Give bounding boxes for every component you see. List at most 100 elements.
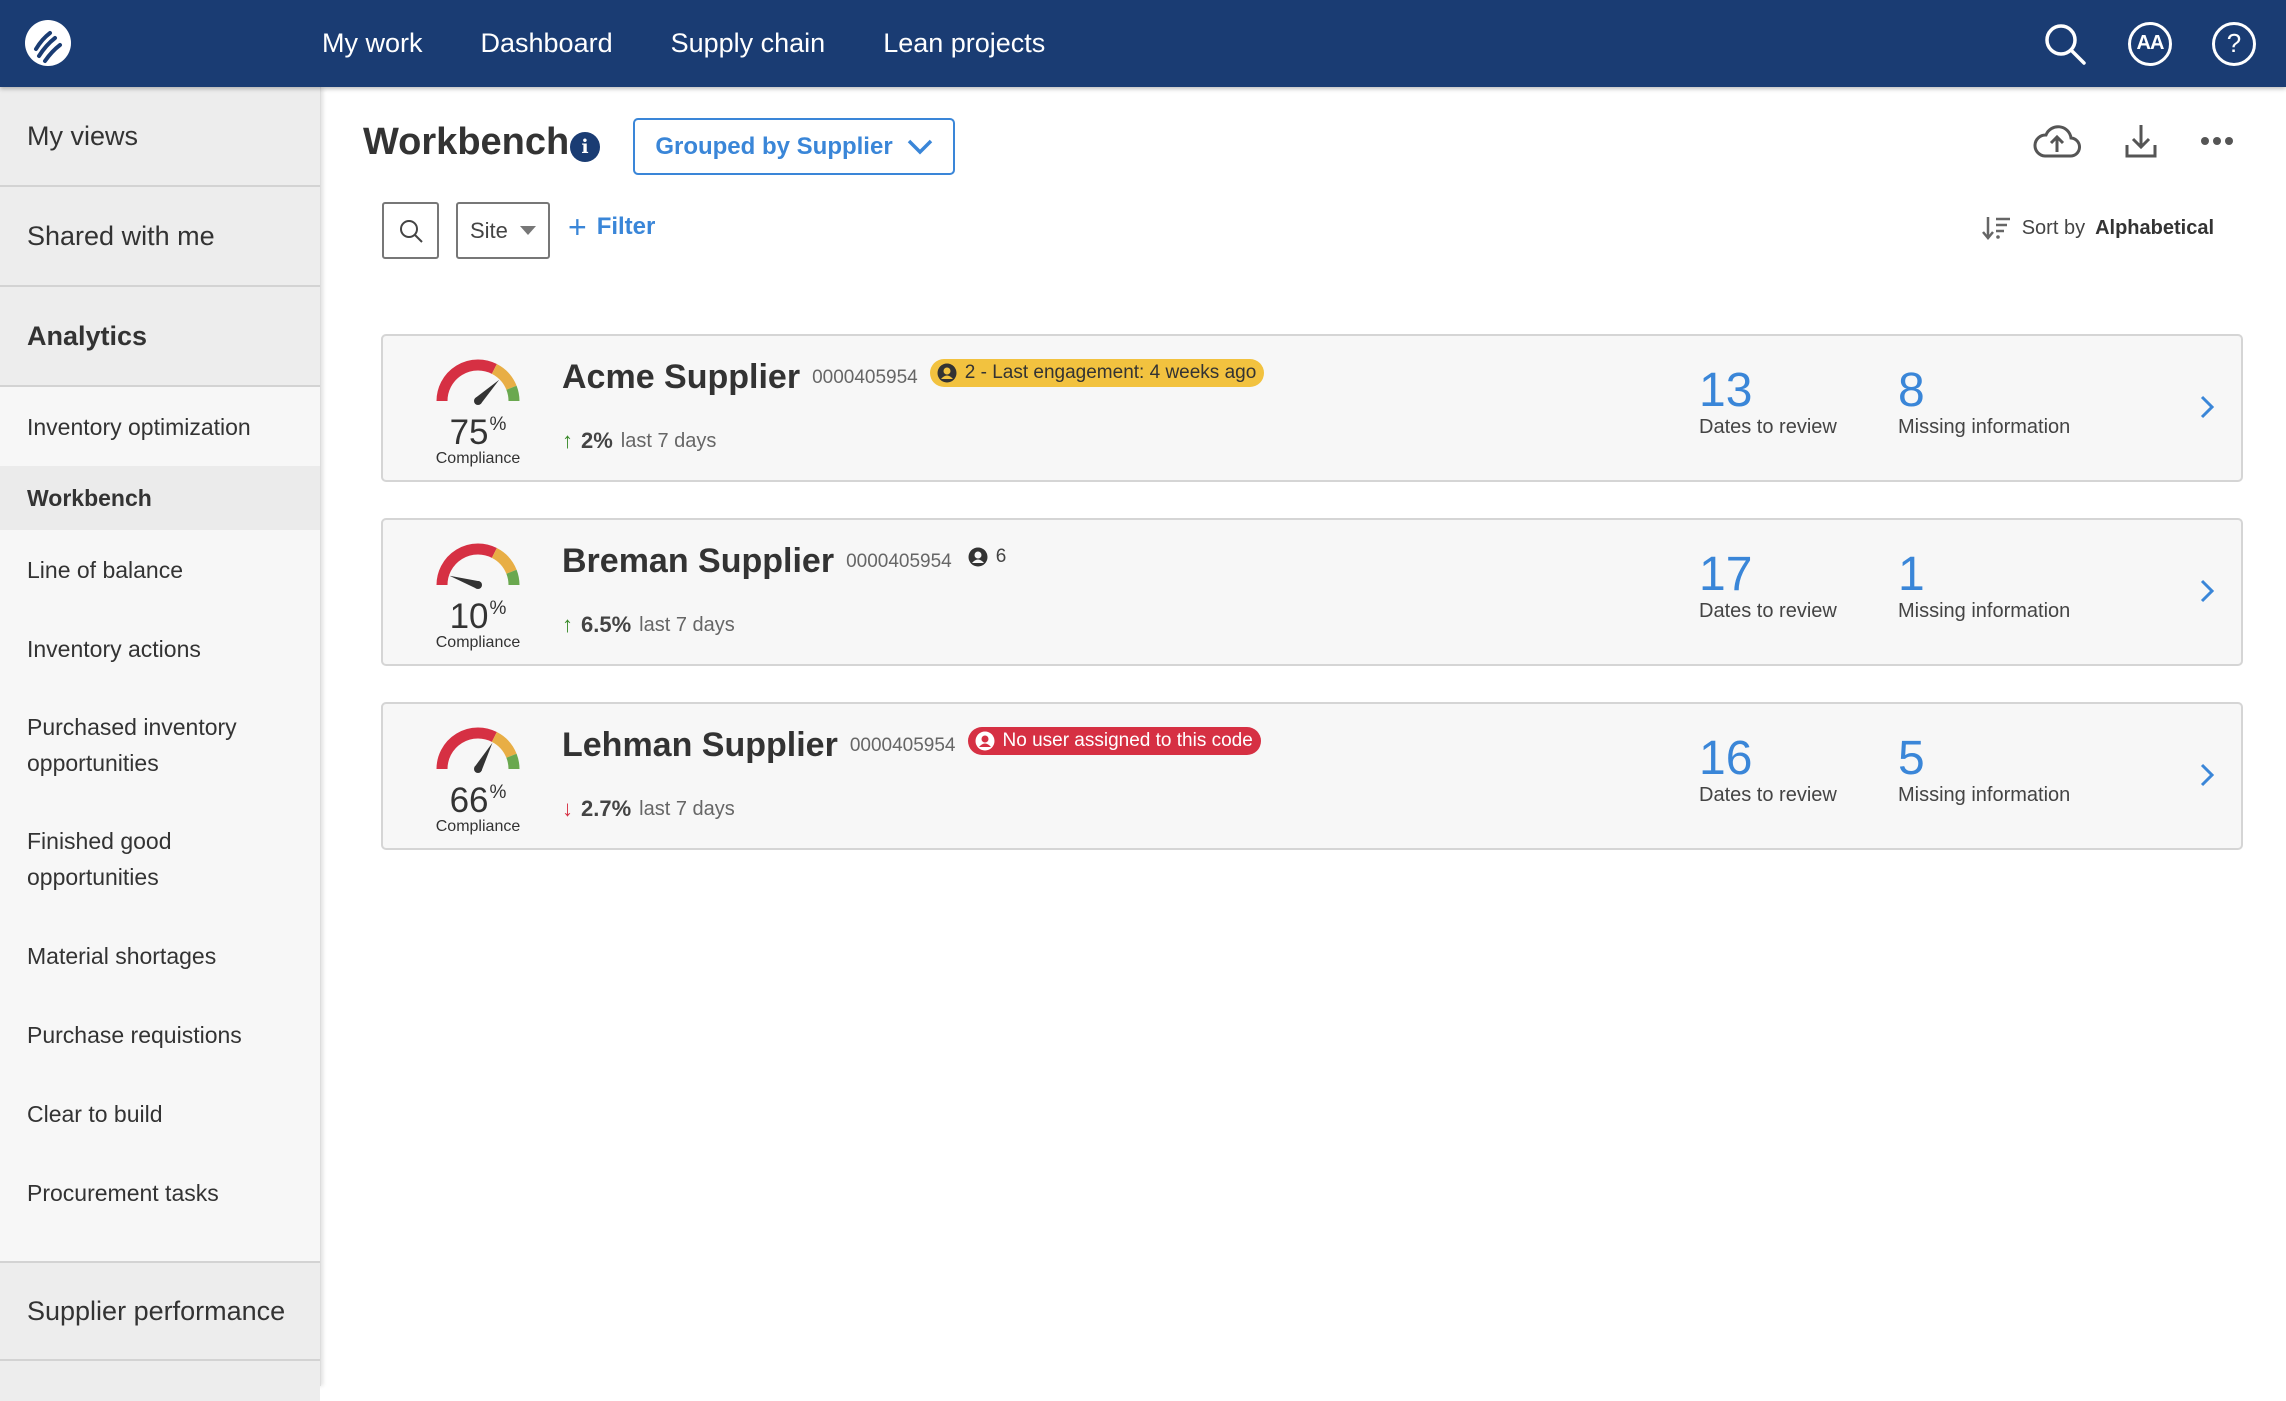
- sidebar-shared-with-me[interactable]: Shared with me: [0, 187, 320, 287]
- sidebar-item-label: Purchased inventory opportunities: [27, 709, 267, 781]
- gauge-dial-icon: [433, 356, 523, 406]
- supplier-card[interactable]: 75% Compliance Acme Supplier0000405954 2…: [381, 334, 2243, 482]
- gauge-amber-segment: [494, 737, 511, 756]
- accessibility-aa-button[interactable]: AA: [2128, 22, 2172, 66]
- chevron-right-icon[interactable]: [2199, 578, 2215, 604]
- info-icon[interactable]: i: [570, 132, 600, 162]
- sort-prefix: Sort by: [2022, 217, 2085, 240]
- gauge-hub: [474, 581, 482, 589]
- gauge-green-segment: [511, 756, 514, 769]
- gauge-dial-icon: [433, 724, 523, 774]
- compliance-gauge: 66% Compliance: [423, 724, 533, 836]
- user-icon: [937, 363, 957, 383]
- supplier-card[interactable]: 10% Compliance Breman Supplier 0000405954…: [381, 518, 2243, 666]
- gauge-green-segment: [511, 572, 514, 585]
- group-by-label: Grouped by Supplier: [655, 133, 892, 161]
- chevron-right-icon[interactable]: [2199, 762, 2215, 788]
- more-icon[interactable]: [2200, 136, 2234, 146]
- dates-to-review-count: 16: [1699, 736, 1837, 782]
- dates-to-review-metric[interactable]: 13 Dates to review: [1699, 368, 1837, 439]
- trend-arrow-icon: ↓: [562, 796, 573, 822]
- trend-period: last 7 days: [639, 798, 735, 821]
- help-button[interactable]: ?: [2212, 22, 2256, 66]
- supplier-code: 0000405954: [846, 551, 952, 572]
- trend-period: last 7 days: [639, 614, 735, 637]
- sidebar-analytics[interactable]: Analytics: [0, 287, 320, 387]
- dates-to-review-metric[interactable]: 17 Dates to review: [1699, 552, 1837, 623]
- missing-information-label: Missing information: [1898, 600, 2070, 623]
- supplier-name[interactable]: Lehman Supplier: [562, 726, 838, 764]
- supplier-name[interactable]: Acme Supplier: [562, 358, 800, 396]
- sidebar-item-procurement-tasks[interactable]: Procurement tasks: [0, 1153, 320, 1232]
- compliance-trend: ↑ 2% last 7 days: [562, 428, 716, 454]
- nav-my-work[interactable]: My work: [322, 28, 423, 59]
- sidebar-supplier-performance[interactable]: Supplier performance: [0, 1261, 320, 1361]
- compliance-label: Compliance: [423, 450, 533, 468]
- trend-percent: 2.7%: [581, 796, 631, 822]
- search-icon[interactable]: [2042, 21, 2088, 67]
- top-icon-group: AA ?: [2042, 0, 2256, 87]
- sidebar-item-workbench[interactable]: Workbench: [0, 466, 320, 530]
- compliance-gauge: 10% Compliance: [423, 540, 533, 652]
- dates-to-review-count: 17: [1699, 552, 1837, 598]
- engagement-badge: No user assigned to this code: [968, 727, 1261, 755]
- missing-information-count: 8: [1898, 368, 2070, 414]
- sidebar-item-purchased-inventory-opportunities[interactable]: Purchased inventory opportunities: [0, 688, 320, 802]
- compliance-value: 10%: [423, 594, 533, 632]
- main-nav: My work Dashboard Supply chain Lean proj…: [322, 0, 1045, 87]
- supplier-code: 0000405954: [850, 735, 956, 756]
- help-icon: ?: [2227, 28, 2241, 59]
- dates-to-review-metric[interactable]: 16 Dates to review: [1699, 736, 1837, 807]
- search-button[interactable]: [382, 202, 439, 259]
- compliance-label: Compliance: [423, 634, 533, 652]
- trend-period: last 7 days: [621, 430, 717, 453]
- gauge-hub: [474, 397, 482, 405]
- nav-dashboard[interactable]: Dashboard: [481, 28, 613, 59]
- cloud-upload-icon[interactable]: [2032, 122, 2082, 160]
- sidebar-my-views[interactable]: My views: [0, 87, 320, 187]
- sidebar-item-purchase-requisitions[interactable]: Purchase requistions: [0, 995, 320, 1074]
- compliance-trend: ↑ 6.5% last 7 days: [562, 612, 735, 638]
- trend-percent: 2%: [581, 428, 613, 454]
- sidebar-item-inventory-actions[interactable]: Inventory actions: [0, 609, 320, 688]
- sidebar-next-section[interactable]: [0, 1361, 320, 1401]
- nav-supply-chain[interactable]: Supply chain: [671, 28, 826, 59]
- missing-information-metric[interactable]: 1 Missing information: [1898, 552, 2070, 623]
- gauge-amber-segment: [494, 553, 511, 572]
- sidebar-item-line-of-balance[interactable]: Line of balance: [0, 530, 320, 609]
- trend-arrow-icon: ↑: [562, 612, 573, 638]
- missing-information-count: 5: [1898, 736, 2070, 782]
- supplier-card[interactable]: 66% Compliance Lehman Supplier 0000405954…: [381, 702, 2243, 850]
- brand-logo-icon[interactable]: [24, 19, 72, 67]
- dates-to-review-label: Dates to review: [1699, 416, 1837, 439]
- sort-control[interactable]: Sort by Alphabetical: [1982, 215, 2214, 241]
- chevron-right-icon[interactable]: [2199, 394, 2215, 420]
- sort-icon: [1982, 215, 2012, 241]
- sidebar-item-finished-good-opportunities[interactable]: Finished good opportunities: [0, 802, 320, 916]
- plus-icon: +: [568, 215, 587, 239]
- compliance-value: 66%: [423, 778, 533, 816]
- nav-lean-projects[interactable]: Lean projects: [883, 28, 1045, 59]
- supplier-name-row: Acme Supplier0000405954 2 - Last engagem…: [562, 358, 1264, 397]
- site-select[interactable]: Site: [456, 202, 550, 259]
- aa-label: AA: [2137, 32, 2164, 55]
- main-content: Workbench i Grouped by Supplier Site: [322, 87, 2286, 1386]
- download-icon[interactable]: [2124, 123, 2158, 159]
- group-by-dropdown[interactable]: Grouped by Supplier: [633, 118, 955, 175]
- sidebar-item-clear-to-build[interactable]: Clear to build: [0, 1074, 320, 1153]
- chevron-down-icon: [907, 139, 933, 155]
- sidebar-item-inventory-optimization[interactable]: Inventory optimization: [0, 387, 320, 466]
- user-icon: [975, 731, 995, 751]
- gauge-dial-icon: [433, 540, 523, 590]
- caret-down-icon: [520, 226, 536, 235]
- supplier-name[interactable]: Breman Supplier: [562, 542, 834, 580]
- sort-value: Alphabetical: [2095, 217, 2214, 240]
- missing-information-metric[interactable]: 8 Missing information: [1898, 368, 2070, 439]
- missing-information-metric[interactable]: 5 Missing information: [1898, 736, 2070, 807]
- compliance-label: Compliance: [423, 818, 533, 836]
- supplier-code: 0000405954: [812, 367, 918, 388]
- add-filter-button[interactable]: + Filter: [568, 213, 655, 241]
- page-title: Workbench: [363, 121, 569, 164]
- sidebar-item-material-shortages[interactable]: Material shortages: [0, 916, 320, 995]
- site-select-label: Site: [470, 218, 508, 244]
